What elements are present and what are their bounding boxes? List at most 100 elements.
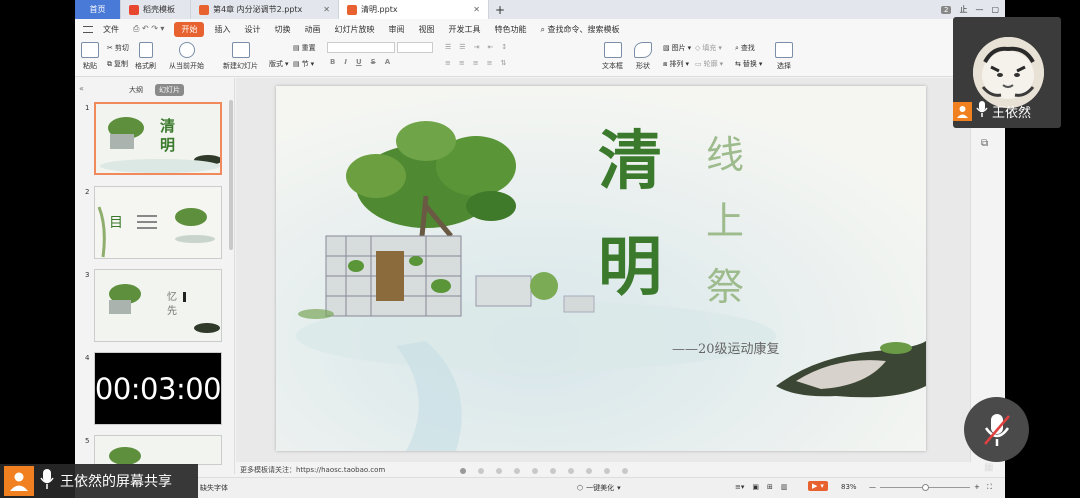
- minimize-icon[interactable]: —: [975, 5, 983, 14]
- paste-button[interactable]: 粘贴: [81, 42, 99, 71]
- menu-review[interactable]: 审阅: [381, 24, 411, 35]
- justify-icon[interactable]: ≡: [487, 59, 493, 67]
- menu-insert[interactable]: 插入: [207, 24, 237, 35]
- view-mode-buttons[interactable]: ≡▾ ▣ ⊞ ▥: [735, 483, 788, 491]
- slide-editing-canvas[interactable]: 清 明 线 上 祭 ——20级运动康复: [236, 78, 970, 462]
- indent-icon[interactable]: ⇥: [474, 43, 480, 51]
- menu-transition[interactable]: 切换: [267, 24, 297, 35]
- menu-animation[interactable]: 动画: [297, 24, 327, 35]
- font-style-buttons[interactable]: B I U S A: [330, 58, 390, 66]
- slide-subtitle-char-2[interactable]: 上: [706, 202, 744, 240]
- picture-button[interactable]: ▧ 图片 ▾: [663, 43, 691, 53]
- zoom-in-icon[interactable]: +: [974, 483, 980, 491]
- copy-button[interactable]: ⧉ 复制: [107, 59, 128, 69]
- close-icon[interactable]: ✕: [473, 5, 480, 14]
- microphone-icon: [40, 469, 54, 493]
- text-box-button[interactable]: 文本框: [602, 42, 623, 71]
- panel-scrollbar[interactable]: [229, 100, 233, 250]
- normal-view-icon[interactable]: ▣: [752, 483, 759, 491]
- reset-button[interactable]: ▤ 重置: [293, 43, 316, 53]
- close-icon[interactable]: ✕: [323, 5, 330, 14]
- menu-developer[interactable]: 开发工具: [441, 24, 487, 35]
- mute-microphone-button[interactable]: [964, 397, 1029, 462]
- notes-icon[interactable]: ≡▾: [735, 483, 744, 491]
- find-button[interactable]: ⌕ 查找: [735, 43, 755, 53]
- tab-slides[interactable]: 幻灯片: [155, 84, 184, 96]
- new-tab-button[interactable]: +: [489, 0, 511, 19]
- slide-thumbnail[interactable]: 忆 先: [94, 269, 222, 342]
- missing-font-indicator[interactable]: 缺失字体: [200, 483, 228, 493]
- format-painter-button[interactable]: 格式刷: [135, 42, 156, 71]
- zoom-slider-thumb[interactable]: [922, 483, 929, 491]
- slide-thumbnail[interactable]: 00:03:00: [94, 352, 222, 425]
- play-from-current-button[interactable]: 从当前开始: [169, 42, 204, 71]
- align-left-icon[interactable]: ≡: [445, 59, 451, 67]
- slide-byline[interactable]: ——20级运动康复: [672, 338, 780, 357]
- paragraph-buttons-top[interactable]: ☰ ☰ ⇥ ⇤ ↕: [445, 43, 507, 51]
- align-right-icon[interactable]: ≡: [473, 59, 479, 67]
- layout-grid-icon[interactable]: ▦: [984, 462, 993, 473]
- sorter-view-icon[interactable]: ⊞: [767, 483, 773, 491]
- shape-button[interactable]: 形状: [634, 42, 652, 71]
- menu-features[interactable]: 特色功能: [487, 24, 533, 35]
- font-color-icon[interactable]: A: [385, 58, 390, 66]
- bullet-list-icon[interactable]: ☰: [445, 43, 451, 51]
- font-size-select[interactable]: [397, 42, 433, 53]
- bold-icon[interactable]: B: [330, 58, 335, 66]
- slide-thumbnail[interactable]: 目: [94, 186, 222, 259]
- replace-button[interactable]: ⇆ 替换 ▾: [735, 59, 762, 69]
- zoom-slider[interactable]: — +: [869, 483, 980, 491]
- layout-dropdown[interactable]: 版式 ▾: [269, 59, 289, 69]
- outdent-icon[interactable]: ⇤: [487, 43, 493, 51]
- tab-outline[interactable]: 大纲: [125, 84, 147, 96]
- fit-window-icon[interactable]: ⛶: [987, 483, 992, 492]
- fill-button[interactable]: ◇ 填充 ▾: [695, 43, 722, 53]
- slide-title-char-2[interactable]: 明: [598, 236, 662, 300]
- italic-icon[interactable]: I: [344, 58, 347, 66]
- zoom-out-icon[interactable]: —: [869, 483, 876, 491]
- align-center-icon[interactable]: ≡: [459, 59, 465, 67]
- menu-view[interactable]: 视图: [411, 24, 441, 35]
- reading-view-icon[interactable]: ▥: [781, 483, 788, 491]
- menu-design[interactable]: 设计: [237, 24, 267, 35]
- collapse-panel-icon[interactable]: «: [79, 84, 84, 93]
- cut-button[interactable]: ✂ 剪切: [107, 43, 129, 53]
- zoom-level[interactable]: 83%: [841, 483, 857, 491]
- outline-button[interactable]: ▭ 轮廓 ▾: [695, 59, 723, 69]
- tab-doc-ch4[interactable]: 第4章 内分泌调节2.pptx ✕: [191, 0, 339, 19]
- menu-file[interactable]: 文件: [96, 24, 126, 35]
- underline-icon[interactable]: U: [356, 58, 362, 66]
- section-dropdown[interactable]: ▤ 节 ▾: [293, 59, 314, 69]
- line-spacing-icon[interactable]: ↕: [501, 43, 507, 51]
- menu-slideshow[interactable]: 幻灯片放映: [327, 24, 381, 35]
- slide-title-char-1[interactable]: 清: [598, 130, 662, 194]
- font-family-select[interactable]: [327, 42, 395, 53]
- command-search[interactable]: ⌕ 查找命令、搜索模板: [533, 24, 626, 35]
- slideshow-play-button[interactable]: ▶ ▾: [808, 481, 828, 491]
- menu-home[interactable]: 开始: [174, 21, 205, 37]
- format-painter-label: 格式刷: [135, 62, 156, 70]
- zoom-slider-track[interactable]: [880, 483, 970, 491]
- select-button[interactable]: 选择: [775, 42, 793, 71]
- maximize-icon[interactable]: ▢: [991, 5, 999, 14]
- number-list-icon[interactable]: ☰: [459, 43, 465, 51]
- tab-doc-qingming[interactable]: 清明.pptx ✕: [339, 0, 489, 19]
- slide-subtitle-char-3[interactable]: 祭: [706, 268, 744, 306]
- paragraph-buttons-bottom[interactable]: ≡ ≡ ≡ ≡ ⇅: [445, 59, 506, 67]
- current-slide[interactable]: 清 明 线 上 祭 ——20级运动康复: [276, 86, 926, 451]
- tab-label: 清明.pptx: [361, 5, 398, 14]
- text-direction-icon[interactable]: ⇅: [501, 59, 507, 67]
- quick-access-toolbar[interactable]: ⎙ ↶ ↷ ▾: [126, 24, 171, 34]
- strikethrough-icon[interactable]: S: [371, 58, 376, 66]
- slide-subtitle-char-1[interactable]: 线: [706, 136, 744, 174]
- new-slide-button[interactable]: 新建幻灯片: [223, 42, 258, 71]
- slide-thumbnail[interactable]: [94, 435, 222, 465]
- user-hint[interactable]: 止: [959, 4, 967, 15]
- arrange-button[interactable]: ⧈ 排列 ▾: [663, 59, 689, 69]
- beautify-button[interactable]: ⬡ 一键美化 ▾: [577, 483, 621, 493]
- properties-icon[interactable]: ⧉: [981, 138, 988, 149]
- hamburger-icon[interactable]: [83, 25, 93, 33]
- tab-template[interactable]: 稻壳模板: [121, 0, 191, 19]
- tab-home[interactable]: 首页: [75, 0, 121, 19]
- slide-thumbnail[interactable]: 清 明: [94, 102, 222, 175]
